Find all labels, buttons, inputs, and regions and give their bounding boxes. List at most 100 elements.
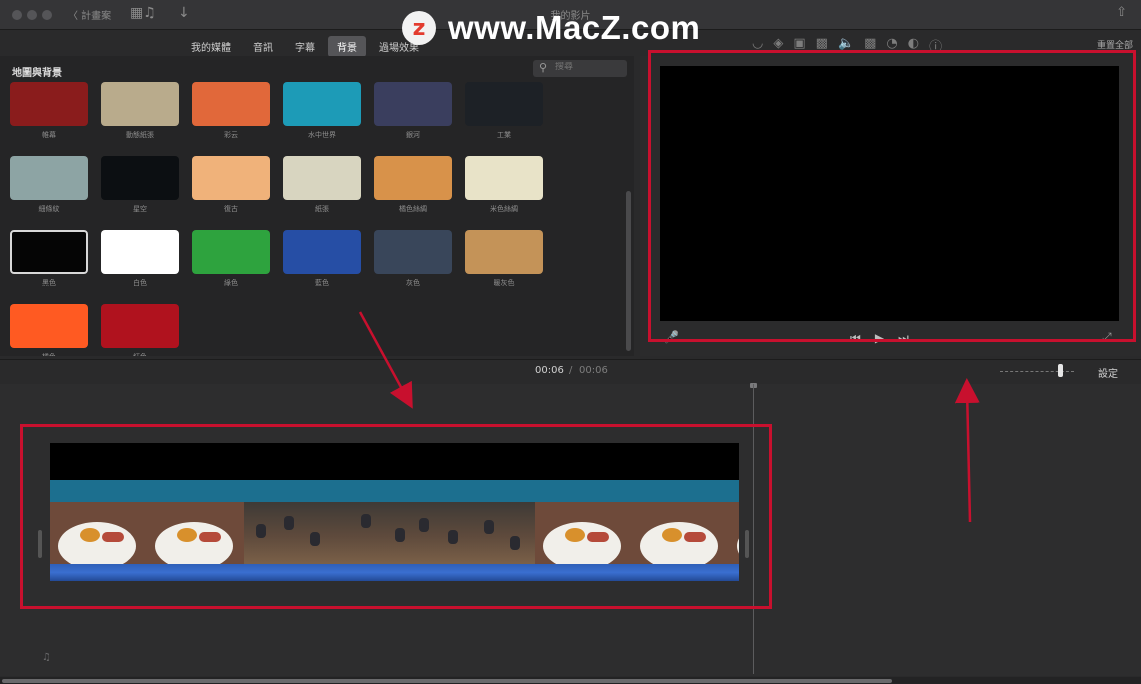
background-item[interactable]: 紅色 [101,304,179,356]
timeline-zoom-knob[interactable] [1058,364,1063,377]
tab-2[interactable]: 字幕 [286,36,324,57]
background-item[interactable]: 細條紋 [10,156,88,224]
reset-all-button[interactable]: 重置全部 [1097,38,1133,51]
clip-trim-handle-right[interactable] [745,530,749,558]
skip-back-icon[interactable]: ⏮ [850,331,861,346]
clip-frame [632,502,729,564]
browser-tabs: 我的媒體 音訊 字幕 背景 過場效果 [182,36,428,57]
background-thumbnail[interactable] [10,156,88,200]
background-thumbnail[interactable] [374,156,452,200]
background-item[interactable]: 橘色絲綢 [374,156,452,224]
color-correction-icon[interactable]: ◈ [773,36,783,55]
library-title: 地圖與背景 [12,68,62,79]
noise-reduction-icon[interactable]: ▩ [864,36,876,55]
background-label: 藍色 [315,279,329,287]
skip-forward-icon[interactable]: ⏭ [898,331,909,346]
search-box[interactable]: ⚲ [533,60,627,77]
total-time: 00:06 [579,365,608,376]
tab-0[interactable]: 我的媒體 [182,36,240,57]
color-balance-icon[interactable]: ◡ [752,36,763,55]
background-item[interactable]: 帷幕 [10,82,88,150]
background-thumbnail[interactable] [101,82,179,126]
background-grid: 帷幕 動態紙張 彩云 水中世界 銀河 工業細條紋 星空 復古 紙張 橘色絲綢 米色絲綢黑色 白色 綠色 藍… [10,82,543,356]
background-thumbnail[interactable] [374,230,452,274]
search-input[interactable] [555,62,621,72]
play-icon[interactable]: ▶ [875,331,884,346]
background-thumbnail[interactable] [101,304,179,348]
tab-3[interactable]: 背景 [328,36,366,57]
viewer-screen[interactable] [660,66,1119,321]
background-item[interactable]: 彩云 [192,82,270,150]
volume-icon[interactable]: 🔈 [838,36,854,55]
background-clip[interactable] [50,443,739,480]
background-item[interactable]: 工業 [465,82,543,150]
background-label: 綠色 [224,279,238,287]
background-item[interactable]: 黑色 [10,230,88,298]
audio-waveform[interactable] [50,564,739,581]
crop-icon[interactable]: ▣ [793,36,805,55]
background-item[interactable]: 紙張 [283,156,361,224]
playhead[interactable] [753,384,754,674]
background-item[interactable]: 水中世界 [283,82,361,150]
background-item[interactable]: 綠色 [192,230,270,298]
background-item[interactable]: 灰色 [374,230,452,298]
tab-1[interactable]: 音訊 [244,36,282,57]
background-item[interactable]: 白色 [101,230,179,298]
info-icon[interactable]: ⓘ [929,36,942,55]
background-thumbnail[interactable] [374,82,452,126]
microphone-icon[interactable]: 🎤 [664,330,679,344]
background-thumbnail[interactable] [283,156,361,200]
background-thumbnail[interactable] [101,156,179,200]
background-label: 黑色 [42,279,56,287]
background-item[interactable]: 星空 [101,156,179,224]
background-item[interactable]: 米色絲綢 [465,156,543,224]
background-thumbnail[interactable] [192,82,270,126]
clip-frame [50,502,147,564]
background-label: 彩云 [224,131,238,139]
background-item[interactable]: 銀河 [374,82,452,150]
background-item[interactable]: 藍色 [283,230,361,298]
background-label: 工業 [497,131,511,139]
clip-frame [535,502,632,564]
background-label: 帷幕 [42,131,56,139]
settings-button[interactable]: 設定 [1098,365,1118,380]
background-item[interactable]: 動態紙張 [101,82,179,150]
background-thumbnail[interactable] [465,156,543,200]
background-label: 星空 [133,205,147,213]
clip-frame [341,502,438,564]
video-clip-filmstrip[interactable] [50,502,739,564]
background-thumbnail[interactable] [192,230,270,274]
stabilization-icon[interactable]: ▩ [816,36,828,55]
background-thumbnail[interactable] [192,156,270,200]
background-item[interactable]: 暖灰色 [465,230,543,298]
background-thumbnail[interactable] [283,82,361,126]
background-thumbnail[interactable] [465,82,543,126]
background-item[interactable]: 橘色 [10,304,88,356]
current-time: 00:06 [535,365,564,376]
clip-trim-handle-left[interactable] [38,530,42,558]
library-scrollbar[interactable] [626,191,631,351]
background-thumbnail[interactable] [10,304,88,348]
expand-icon[interactable]: ⤢ [1102,330,1112,345]
timeline-scrollbar-thumb[interactable] [2,679,892,683]
search-icon: ⚲ [539,61,548,74]
share-icon[interactable]: ⇧ [1116,5,1127,20]
background-thumbnail[interactable] [101,230,179,274]
clip-title-band [50,480,739,502]
background-label: 細條紋 [38,205,60,213]
background-thumbnail[interactable] [465,230,543,274]
watermark-text: www.MacZ.com [448,9,701,46]
background-label: 橘色 [10,352,88,356]
background-thumbnail[interactable] [283,230,361,274]
background-thumbnail[interactable] [10,82,88,126]
panel-divider[interactable] [0,359,1141,360]
background-label: 白色 [133,279,147,287]
background-thumbnail[interactable] [10,230,88,274]
watermark-logo: z [402,11,436,45]
clip-filter-icon[interactable]: ◐ [908,36,919,55]
background-label: 動態紙張 [126,131,154,139]
background-label: 米色絲綢 [490,205,518,213]
speed-icon[interactable]: ◔ [886,36,897,55]
clip-frame [729,502,739,564]
background-item[interactable]: 復古 [192,156,270,224]
